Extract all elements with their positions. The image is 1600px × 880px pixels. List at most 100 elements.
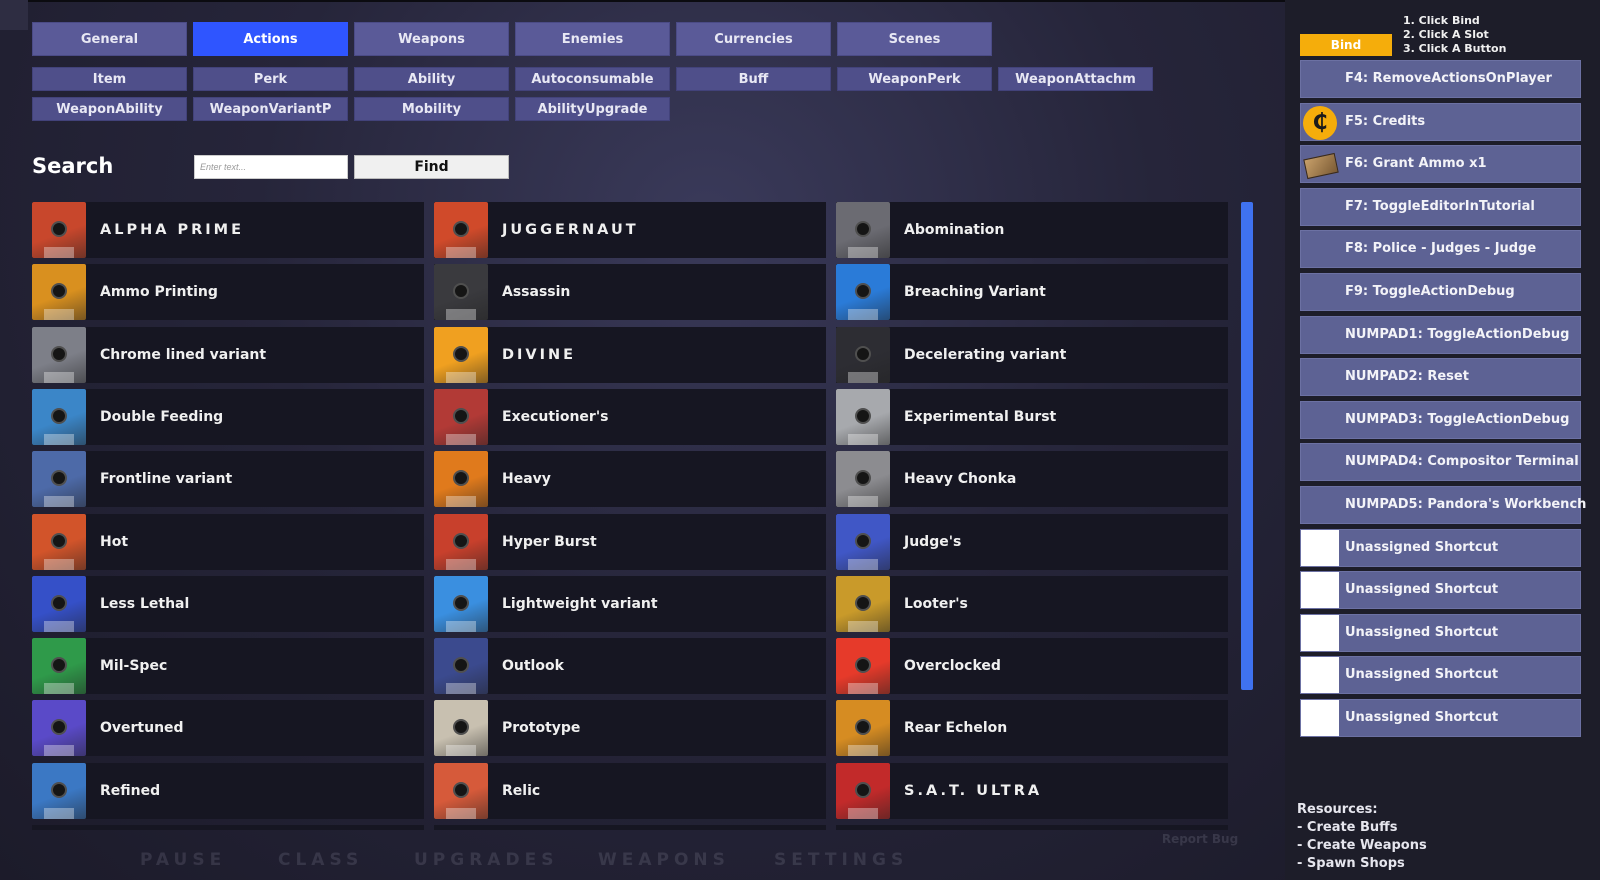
grid-item[interactable]: Executioner's	[434, 388, 826, 445]
shortcut-slot[interactable]: ₵ F5: Credits	[1300, 102, 1581, 141]
grid-item[interactable]: Judge's	[836, 513, 1228, 570]
shortcut-slot-label: NUMPAD3: ToggleActionDebug	[1345, 411, 1570, 427]
disk-hub	[51, 345, 67, 362]
shortcut-slot[interactable]: F6: Grant Ammo x1	[1300, 145, 1581, 184]
grid-item[interactable]: Assassin	[434, 264, 826, 321]
shortcut-slot[interactable]: Unassigned Shortcut	[1300, 571, 1581, 610]
subtab-weaponability[interactable]: WeaponAbility	[32, 97, 187, 121]
tab-actions[interactable]: Actions	[193, 22, 348, 56]
shortcut-slot[interactable]: Unassigned Shortcut	[1300, 699, 1581, 737]
grid-item[interactable]: Relic	[434, 762, 826, 819]
shortcut-slot[interactable]: F9: ToggleActionDebug	[1300, 273, 1581, 311]
subtab-abilityupgrade[interactable]: AbilityUpgrade	[515, 97, 670, 121]
grid-item[interactable]: Hot	[32, 513, 424, 570]
grid-item-label: JUGGERNAUT	[502, 222, 639, 238]
floppy-disk-icon	[836, 388, 890, 445]
tab-weapons[interactable]: Weapons	[354, 22, 509, 56]
grid-scrollbar[interactable]	[1241, 202, 1253, 690]
disk-shutter	[446, 433, 476, 445]
subtab-weaponperk[interactable]: WeaponPerk	[837, 67, 992, 91]
disk-shutter	[848, 433, 878, 445]
floppy-disk-icon	[434, 638, 488, 695]
subtab-item[interactable]: Item	[32, 67, 187, 91]
grid-item-label: Outlook	[502, 658, 564, 675]
disk-hub	[855, 470, 871, 487]
search-input[interactable]	[194, 155, 348, 179]
disk-shutter	[848, 807, 878, 819]
grid-item[interactable]: Hyper Burst	[434, 513, 826, 570]
disk-hub	[453, 283, 469, 300]
subtab-ability[interactable]: Ability	[354, 67, 509, 91]
bind-button[interactable]: Bind	[1300, 34, 1392, 56]
grid-item-label: S.A.T. ULTRA	[904, 782, 1043, 799]
tab-enemies[interactable]: Enemies	[515, 22, 670, 56]
shortcut-slot-label: Unassigned Shortcut	[1345, 539, 1499, 555]
grid-item[interactable]: Double Feeding	[32, 388, 424, 445]
grid-item[interactable]: Outlook	[434, 638, 826, 695]
grid-item[interactable]: Refined	[32, 762, 424, 819]
subtab-weaponattachm[interactable]: WeaponAttachm	[998, 67, 1153, 91]
disk-shutter	[44, 309, 74, 321]
shortcut-slot-label: NUMPAD4: Compositor Terminal	[1345, 454, 1579, 470]
grid-item[interactable]: Heavy	[434, 451, 826, 508]
find-button[interactable]: Find	[354, 155, 509, 179]
grid-item[interactable]: Lightweight variant	[434, 575, 826, 632]
grid-item[interactable]: Breaching Variant	[836, 264, 1228, 321]
grid-item[interactable]: Chrome lined variant	[32, 326, 424, 383]
grid-item[interactable]: ALPHA PRIME	[32, 202, 424, 258]
floppy-disk-icon	[32, 326, 86, 383]
grid-item[interactable]: Overclocked	[836, 638, 1228, 695]
grid-item[interactable]: Abomination	[836, 202, 1228, 258]
grid-item[interactable]: Ammo Printing	[32, 264, 424, 321]
disk-shutter	[44, 496, 74, 508]
grid-item[interactable]: Frontline variant	[32, 451, 424, 508]
disk-shutter	[446, 558, 476, 570]
shortcut-slot[interactable]: NUMPAD4: Compositor Terminal	[1300, 443, 1581, 482]
shortcut-slot[interactable]: Unassigned Shortcut	[1300, 613, 1581, 652]
grid-item[interactable]: S.A.T. ULTRA	[836, 762, 1228, 819]
grid-item-label: Heavy	[502, 471, 551, 488]
subtab-mobility[interactable]: Mobility	[354, 97, 509, 121]
shortcut-slot[interactable]: F4: RemoveActionsOnPlayer	[1300, 60, 1581, 98]
shortcut-slot-label: Unassigned Shortcut	[1345, 624, 1499, 640]
tab-scenes[interactable]: Scenes	[837, 22, 992, 56]
shortcut-slot-label: Unassigned Shortcut	[1345, 582, 1499, 598]
shortcut-slot[interactable]: NUMPAD1: ToggleActionDebug	[1300, 315, 1581, 354]
resource-spawn-shops[interactable]: - Spawn Shops	[1297, 856, 1405, 871]
grid-item[interactable]: Heavy Chonka	[836, 451, 1228, 508]
shortcut-slot[interactable]: Unassigned Shortcut	[1300, 528, 1581, 567]
grid-item[interactable]: Less Lethal	[32, 575, 424, 632]
resource-create-weapons[interactable]: - Create Weapons	[1297, 838, 1427, 853]
shortcut-slot[interactable]: NUMPAD3: ToggleActionDebug	[1300, 400, 1581, 439]
grid-item[interactable]: JUGGERNAUT	[434, 202, 826, 258]
tab-currencies[interactable]: Currencies	[676, 22, 831, 56]
subtab-weaponvariantp[interactable]: WeaponVariantP	[193, 97, 348, 121]
shortcut-slot[interactable]: NUMPAD2: Reset	[1300, 358, 1581, 397]
resource-create-buffs[interactable]: - Create Buffs	[1297, 820, 1397, 835]
subtab-perk[interactable]: Perk	[193, 67, 348, 91]
grid-item[interactable]: DIVINE	[434, 326, 826, 383]
background-nav-class: CLASS	[278, 850, 364, 870]
grid-item[interactable]: Overtuned	[32, 700, 424, 757]
floppy-disk-icon	[836, 700, 890, 757]
grid-item[interactable]: Mil-Spec	[32, 638, 424, 695]
shortcut-slot[interactable]: F8: Police - Judges - Judge	[1300, 230, 1581, 269]
shortcut-slot-label: F6: Grant Ammo x1	[1345, 156, 1487, 172]
grid-item[interactable]: Prototype	[434, 700, 826, 757]
shortcut-slot[interactable]: NUMPAD5: Pandora's Workbench	[1300, 486, 1586, 524]
tab-general[interactable]: General	[32, 22, 187, 56]
disk-hub	[855, 532, 871, 549]
shortcut-slot[interactable]: F7: ToggleEditorInTutorial	[1300, 187, 1581, 226]
subtab-autoconsumable[interactable]: Autoconsumable	[515, 67, 670, 91]
disk-shutter	[848, 558, 878, 570]
grid-item-label: Heavy Chonka	[904, 471, 1017, 488]
floppy-disk-icon	[836, 762, 890, 819]
grid-item[interactable]: Decelerating variant	[836, 326, 1228, 383]
grid-item[interactable]: Rear Echelon	[836, 700, 1228, 757]
shortcut-slot-label: NUMPAD5: Pandora's Workbench	[1345, 497, 1587, 512]
subtab-buff[interactable]: Buff	[676, 67, 831, 91]
grid-item[interactable]: Experimental Burst	[836, 388, 1228, 445]
grid-item[interactable]: Looter's	[836, 575, 1228, 632]
shortcut-slot[interactable]: Unassigned Shortcut	[1300, 656, 1581, 695]
disk-hub	[51, 407, 67, 424]
